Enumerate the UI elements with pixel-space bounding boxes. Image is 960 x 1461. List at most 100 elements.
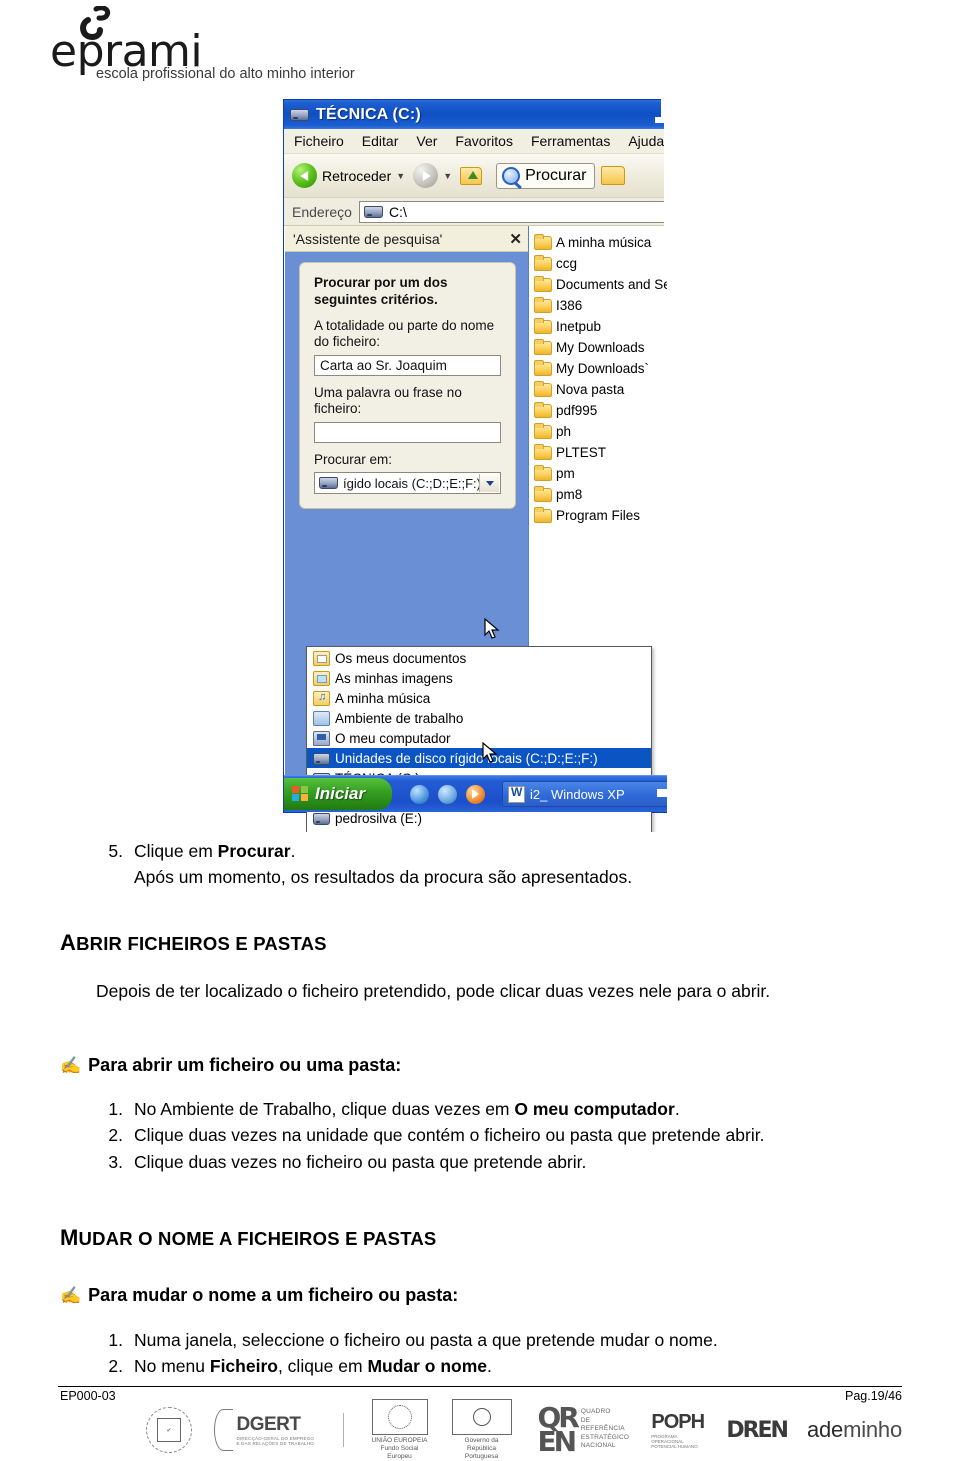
step5-post: . [290, 841, 296, 861]
section-heading-mudar: MUDAR O NOME A FICHEIROS E PASTAS [60, 1225, 436, 1251]
section-heading-abrir: ABRIR FICHEIROS E PASTAS [60, 930, 327, 956]
chevron-down-icon-combo[interactable] [479, 474, 499, 493]
step5-line2: Após um momento, os resultados da procur… [134, 867, 633, 888]
address-input[interactable]: C:\ [358, 200, 671, 223]
menu-favoritos[interactable]: Favoritos [455, 133, 513, 149]
close-icon[interactable]: ✕ [509, 230, 522, 248]
list-item: 2. No menu Ficheiro, clique em Mudar o n… [96, 1353, 896, 1379]
menu-editar[interactable]: Editar [362, 133, 399, 149]
list-item[interactable]: pm [534, 463, 671, 484]
folder-up-icon [460, 166, 483, 185]
list-item[interactable]: I386 [534, 295, 671, 316]
list-item[interactable]: A minha música [534, 232, 671, 253]
menu-ficheiro[interactable]: Ficheiro [294, 133, 344, 149]
gov-shield-icon [472, 1407, 491, 1426]
folders-icon[interactable] [601, 166, 626, 185]
up-one-level-button[interactable] [460, 166, 483, 185]
pictures-folder-icon [313, 670, 330, 686]
eu-stars-icon [387, 1404, 412, 1429]
footer-logo-divider [343, 1413, 344, 1447]
containing-word-label: Uma palavra ou frase no ficheiro: [314, 384, 462, 417]
list-item[interactable]: My Downloads [534, 337, 671, 358]
list-item[interactable]: Documents and Se [534, 274, 671, 295]
list-item[interactable]: My Downloads` [534, 358, 671, 379]
list-item[interactable]: PLTEST [534, 442, 671, 463]
step-post: . [674, 1099, 680, 1119]
dropdown-item-amiguel-e-sources-f[interactable]: Amiguel e Sources (F:) [307, 828, 651, 833]
dropdown-item-a-minha-musica[interactable]: A minha música [307, 688, 651, 708]
step-number: 3. [108, 1151, 123, 1172]
my-computer-icon [313, 730, 330, 746]
menu-bar[interactable]: Ficheiro Editar Ver Favoritos Ferramenta… [284, 129, 671, 154]
list-item[interactable]: pm8 [534, 484, 671, 505]
footer-logo-strip: ✔ DGERT DIRECÇÃO-GERAL DO EMPREGO E DAS … [58, 1398, 902, 1460]
chevron-down-icon-forward[interactable]: ▼ [443, 171, 452, 181]
filename-input[interactable]: Carta ao Sr. Joaquim [314, 354, 501, 376]
abrir-steps: 1. No Ambiente de Trabalho, clique duas … [96, 1096, 896, 1175]
heading-rest: UDAR O NOME A FICHEIROS E PASTAS [78, 1228, 437, 1249]
step-text: Numa janela, seleccione o ficheiro ou pa… [134, 1330, 718, 1350]
qren-line1: QUADRO [580, 1408, 611, 1416]
windows-taskbar: Iniciar i2_ Windows XP [284, 775, 671, 812]
folder-icon [534, 254, 552, 271]
dropdown-item-ambiente-de-trabalho[interactable]: Ambiente de trabalho [307, 708, 651, 728]
list-item-label: ccg [556, 256, 578, 271]
menu-ferramentas[interactable]: Ferramentas [531, 133, 610, 149]
logo-tagline: escola profissional do alto minho interi… [96, 66, 355, 82]
menu-ver[interactable]: Ver [416, 133, 437, 149]
eu-caption: UNIÃO EUROPEIA Fundo Social Europeu [372, 1437, 428, 1461]
dropdown-item-o-meu-computador[interactable]: O meu computador [307, 728, 651, 748]
containing-word-input[interactable] [314, 421, 501, 443]
list-item[interactable]: Program Files [534, 505, 671, 526]
list-item: 3. Clique duas vezes no ficheiro ou past… [96, 1149, 896, 1175]
forward-arrow-icon [413, 163, 439, 188]
list-item-label: A minha música [556, 235, 652, 250]
dgert-subtitle: DIRECÇÃO-GERAL DO EMPREGO E DAS RELAÇÕES… [236, 1436, 315, 1446]
qren-line3: ESTRATÉGICO [580, 1433, 630, 1441]
folder-icon [534, 464, 552, 481]
start-button-label: Iniciar [315, 784, 366, 803]
folder-icon [534, 485, 552, 502]
step-number: 2. [108, 1356, 123, 1377]
music-folder-icon [313, 690, 330, 706]
internet-explorer-icon[interactable] [410, 784, 429, 804]
list-item[interactable]: Nova pasta [534, 379, 671, 400]
pen-icon: ✍ [60, 1286, 82, 1305]
quick-launch-bar [410, 784, 494, 804]
back-button[interactable]: Retroceder ▼ [292, 163, 405, 188]
look-in-combobox[interactable]: ígido locais (C:;D:;E:;F:) [314, 472, 501, 495]
list-item-label: Inetpub [556, 319, 602, 334]
start-button[interactable]: Iniciar [284, 778, 392, 810]
list-item[interactable]: Inetpub [534, 316, 671, 337]
step-number: 2. [108, 1125, 123, 1146]
dropdown-item-unidades-disco-rigido-locais[interactable]: Unidades de disco rígido locais (C:;D:;E… [307, 748, 651, 768]
mudar-steps: 1. Numa janela, seleccione o ficheiro ou… [96, 1327, 896, 1380]
taskbar-task-button[interactable]: i2_ Windows XP [502, 781, 671, 807]
pen-heading-text: Para abrir um ficheiro ou uma pasta: [88, 1055, 401, 1076]
footer-page-number: Pag.19/46 [845, 1389, 902, 1403]
list-item[interactable]: ccg [534, 253, 671, 274]
hard-disk-icon [313, 813, 330, 825]
dropdown-item-os-meus-documentos[interactable]: Os meus documentos [307, 648, 651, 668]
heading-initial-cap: M [60, 1225, 79, 1250]
browser-icon[interactable] [438, 784, 457, 804]
windows-flag-icon [292, 786, 309, 802]
menu-ajuda[interactable]: Ajuda [628, 133, 664, 149]
search-button[interactable]: Procurar [496, 162, 596, 189]
step-number: 1. [108, 1330, 123, 1350]
list-item-label: ph [556, 424, 572, 439]
qren-logo: QR EN QUADRO DE REFERÊNCIA ESTRATÉGICO NA… [538, 1404, 630, 1456]
poph-title: POPH [651, 1411, 705, 1433]
media-player-icon[interactable] [466, 784, 485, 804]
list-item-label: pm [556, 466, 575, 481]
footer-divider [58, 1386, 902, 1387]
forward-button[interactable]: ▼ [413, 163, 452, 188]
eu-flag-icon [371, 1398, 428, 1435]
list-item-label: My Downloads [556, 340, 645, 355]
list-item[interactable]: ph [534, 421, 671, 442]
folder-icon [534, 443, 552, 460]
list-item[interactable]: pdf995 [534, 400, 671, 421]
chevron-down-icon[interactable]: ▼ [396, 171, 405, 181]
folder-icon [534, 296, 552, 313]
dropdown-item-as-minhas-imagens[interactable]: As minhas imagens [307, 668, 651, 688]
